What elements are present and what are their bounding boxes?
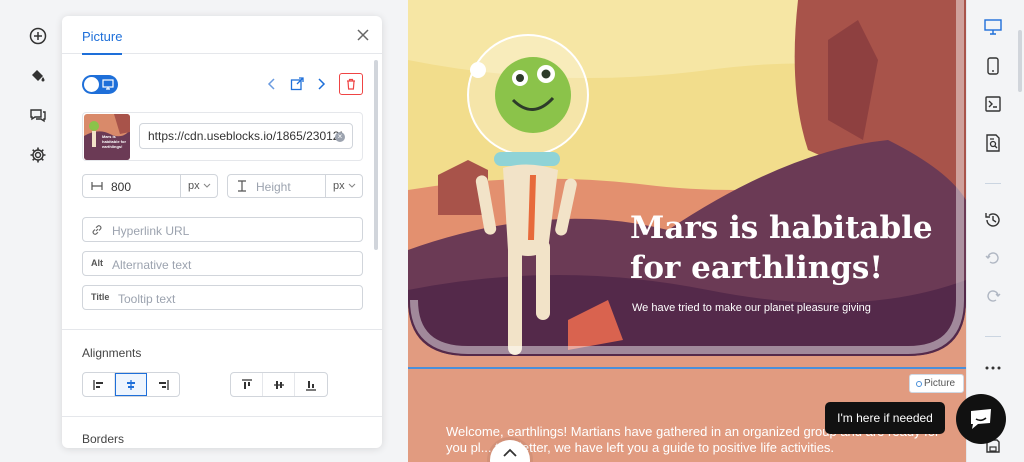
search-doc-icon[interactable] bbox=[983, 133, 1003, 153]
chat-bubble-icon bbox=[971, 409, 991, 429]
selection-outline bbox=[408, 367, 966, 369]
help-tooltip: I'm here if needed bbox=[825, 402, 945, 434]
close-icon[interactable] bbox=[356, 28, 370, 42]
chevron-left-icon[interactable] bbox=[264, 76, 280, 92]
chat-icon[interactable] bbox=[27, 104, 49, 126]
hyperlink-url-field[interactable]: Hyperlink URL bbox=[82, 217, 363, 242]
align-center-icon bbox=[127, 379, 135, 390]
hyperlink-placeholder: Hyperlink URL bbox=[112, 224, 190, 238]
alt-placeholder: Alternative text bbox=[112, 258, 192, 272]
height-placeholder: Height bbox=[256, 180, 291, 194]
align-middle-button[interactable] bbox=[263, 373, 295, 396]
desktop-icon bbox=[102, 79, 114, 90]
panel-header: Picture bbox=[62, 16, 382, 55]
image-source-box: Mars is habitable for earthlings! https:… bbox=[82, 112, 363, 161]
align-top-button[interactable] bbox=[231, 373, 263, 396]
chevron-down-icon bbox=[203, 183, 211, 188]
toolbar-scrollbar[interactable] bbox=[1018, 30, 1022, 92]
settings-gear-icon[interactable] bbox=[27, 144, 49, 166]
undo-icon[interactable] bbox=[983, 248, 1003, 268]
paint-bucket-icon[interactable] bbox=[27, 64, 49, 86]
toolbar-divider bbox=[985, 336, 1001, 337]
width-unit-label: px bbox=[188, 180, 200, 192]
borders-heading: Borders bbox=[82, 432, 125, 446]
align-middle-icon bbox=[273, 380, 284, 389]
title-label: Title bbox=[91, 292, 110, 302]
width-unit-select[interactable]: px bbox=[180, 175, 217, 197]
tab-active-indicator bbox=[82, 53, 122, 55]
height-icon bbox=[238, 180, 246, 192]
device-visibility-toggle[interactable] bbox=[82, 75, 118, 94]
picture-settings-panel: Picture Mars is habitable for earthlings… bbox=[62, 16, 382, 448]
section-divider bbox=[62, 329, 382, 330]
alt-label: Alt bbox=[91, 258, 103, 268]
horizontal-align-group bbox=[82, 372, 180, 397]
support-chat-button[interactable] bbox=[956, 394, 1006, 444]
image-url-input[interactable]: https://cdn.useblocks.io/1865/23012! bbox=[139, 123, 353, 149]
width-value: 800 bbox=[111, 180, 132, 194]
align-left-button[interactable] bbox=[83, 373, 115, 396]
chevron-down-icon bbox=[348, 183, 356, 188]
add-circle-icon[interactable] bbox=[27, 25, 49, 47]
alignments-heading: Alignments bbox=[82, 346, 142, 360]
history-icon[interactable] bbox=[983, 210, 1003, 230]
panel-scrollbar[interactable] bbox=[374, 60, 378, 250]
toolbar-divider bbox=[985, 183, 1001, 184]
chevron-up-icon bbox=[503, 448, 517, 457]
width-field[interactable]: 800 px bbox=[82, 174, 218, 198]
hero-subtitle: We have tried to make our planet pleasur… bbox=[632, 302, 871, 314]
vertical-align-group bbox=[230, 372, 328, 397]
mobile-icon[interactable] bbox=[983, 56, 1003, 76]
hero-picture[interactable]: Mars is habitable for earthlings! We hav… bbox=[408, 0, 966, 368]
trash-icon bbox=[347, 78, 355, 90]
align-right-icon bbox=[159, 379, 169, 390]
desktop-icon[interactable] bbox=[983, 17, 1003, 37]
align-bottom-button[interactable] bbox=[295, 373, 327, 396]
thumbnail-caption: Mars is habitable for earthlings! bbox=[102, 134, 127, 149]
title-placeholder: Tooltip text bbox=[118, 292, 176, 306]
image-thumbnail[interactable]: Mars is habitable for earthlings! bbox=[84, 114, 130, 160]
editor-canvas[interactable]: Mars is habitable for earthlings! We hav… bbox=[408, 0, 966, 462]
toggle-knob bbox=[84, 77, 99, 92]
section-divider bbox=[62, 416, 382, 417]
left-toolbar bbox=[0, 0, 62, 462]
height-field[interactable]: Height px bbox=[227, 174, 363, 198]
align-bottom-icon bbox=[306, 380, 316, 391]
delete-button[interactable] bbox=[339, 73, 363, 95]
picture-block-tag[interactable]: Picture bbox=[909, 374, 964, 393]
height-unit-label: px bbox=[333, 180, 345, 192]
height-unit-select[interactable]: px bbox=[325, 175, 362, 197]
right-toolbar bbox=[966, 0, 1024, 462]
title-tooltip-field[interactable]: Title Tooltip text bbox=[82, 285, 363, 310]
terminal-icon[interactable] bbox=[983, 94, 1003, 114]
link-icon bbox=[92, 225, 102, 235]
align-center-button[interactable] bbox=[115, 373, 147, 396]
chevron-right-icon[interactable] bbox=[313, 76, 329, 92]
select-parent-icon[interactable] bbox=[289, 76, 305, 92]
hero-title: Mars is habitable for earthlings! bbox=[630, 210, 933, 286]
align-top-icon bbox=[241, 378, 252, 389]
align-left-icon bbox=[92, 379, 103, 390]
redo-icon[interactable] bbox=[983, 286, 1003, 306]
tab-picture[interactable]: Picture bbox=[82, 29, 122, 44]
more-icon[interactable] bbox=[983, 358, 1003, 378]
align-right-button[interactable] bbox=[147, 373, 179, 396]
clear-url-icon[interactable]: × bbox=[335, 132, 345, 142]
width-icon bbox=[91, 182, 103, 190]
alt-text-field[interactable]: Alt Alternative text bbox=[82, 251, 363, 276]
